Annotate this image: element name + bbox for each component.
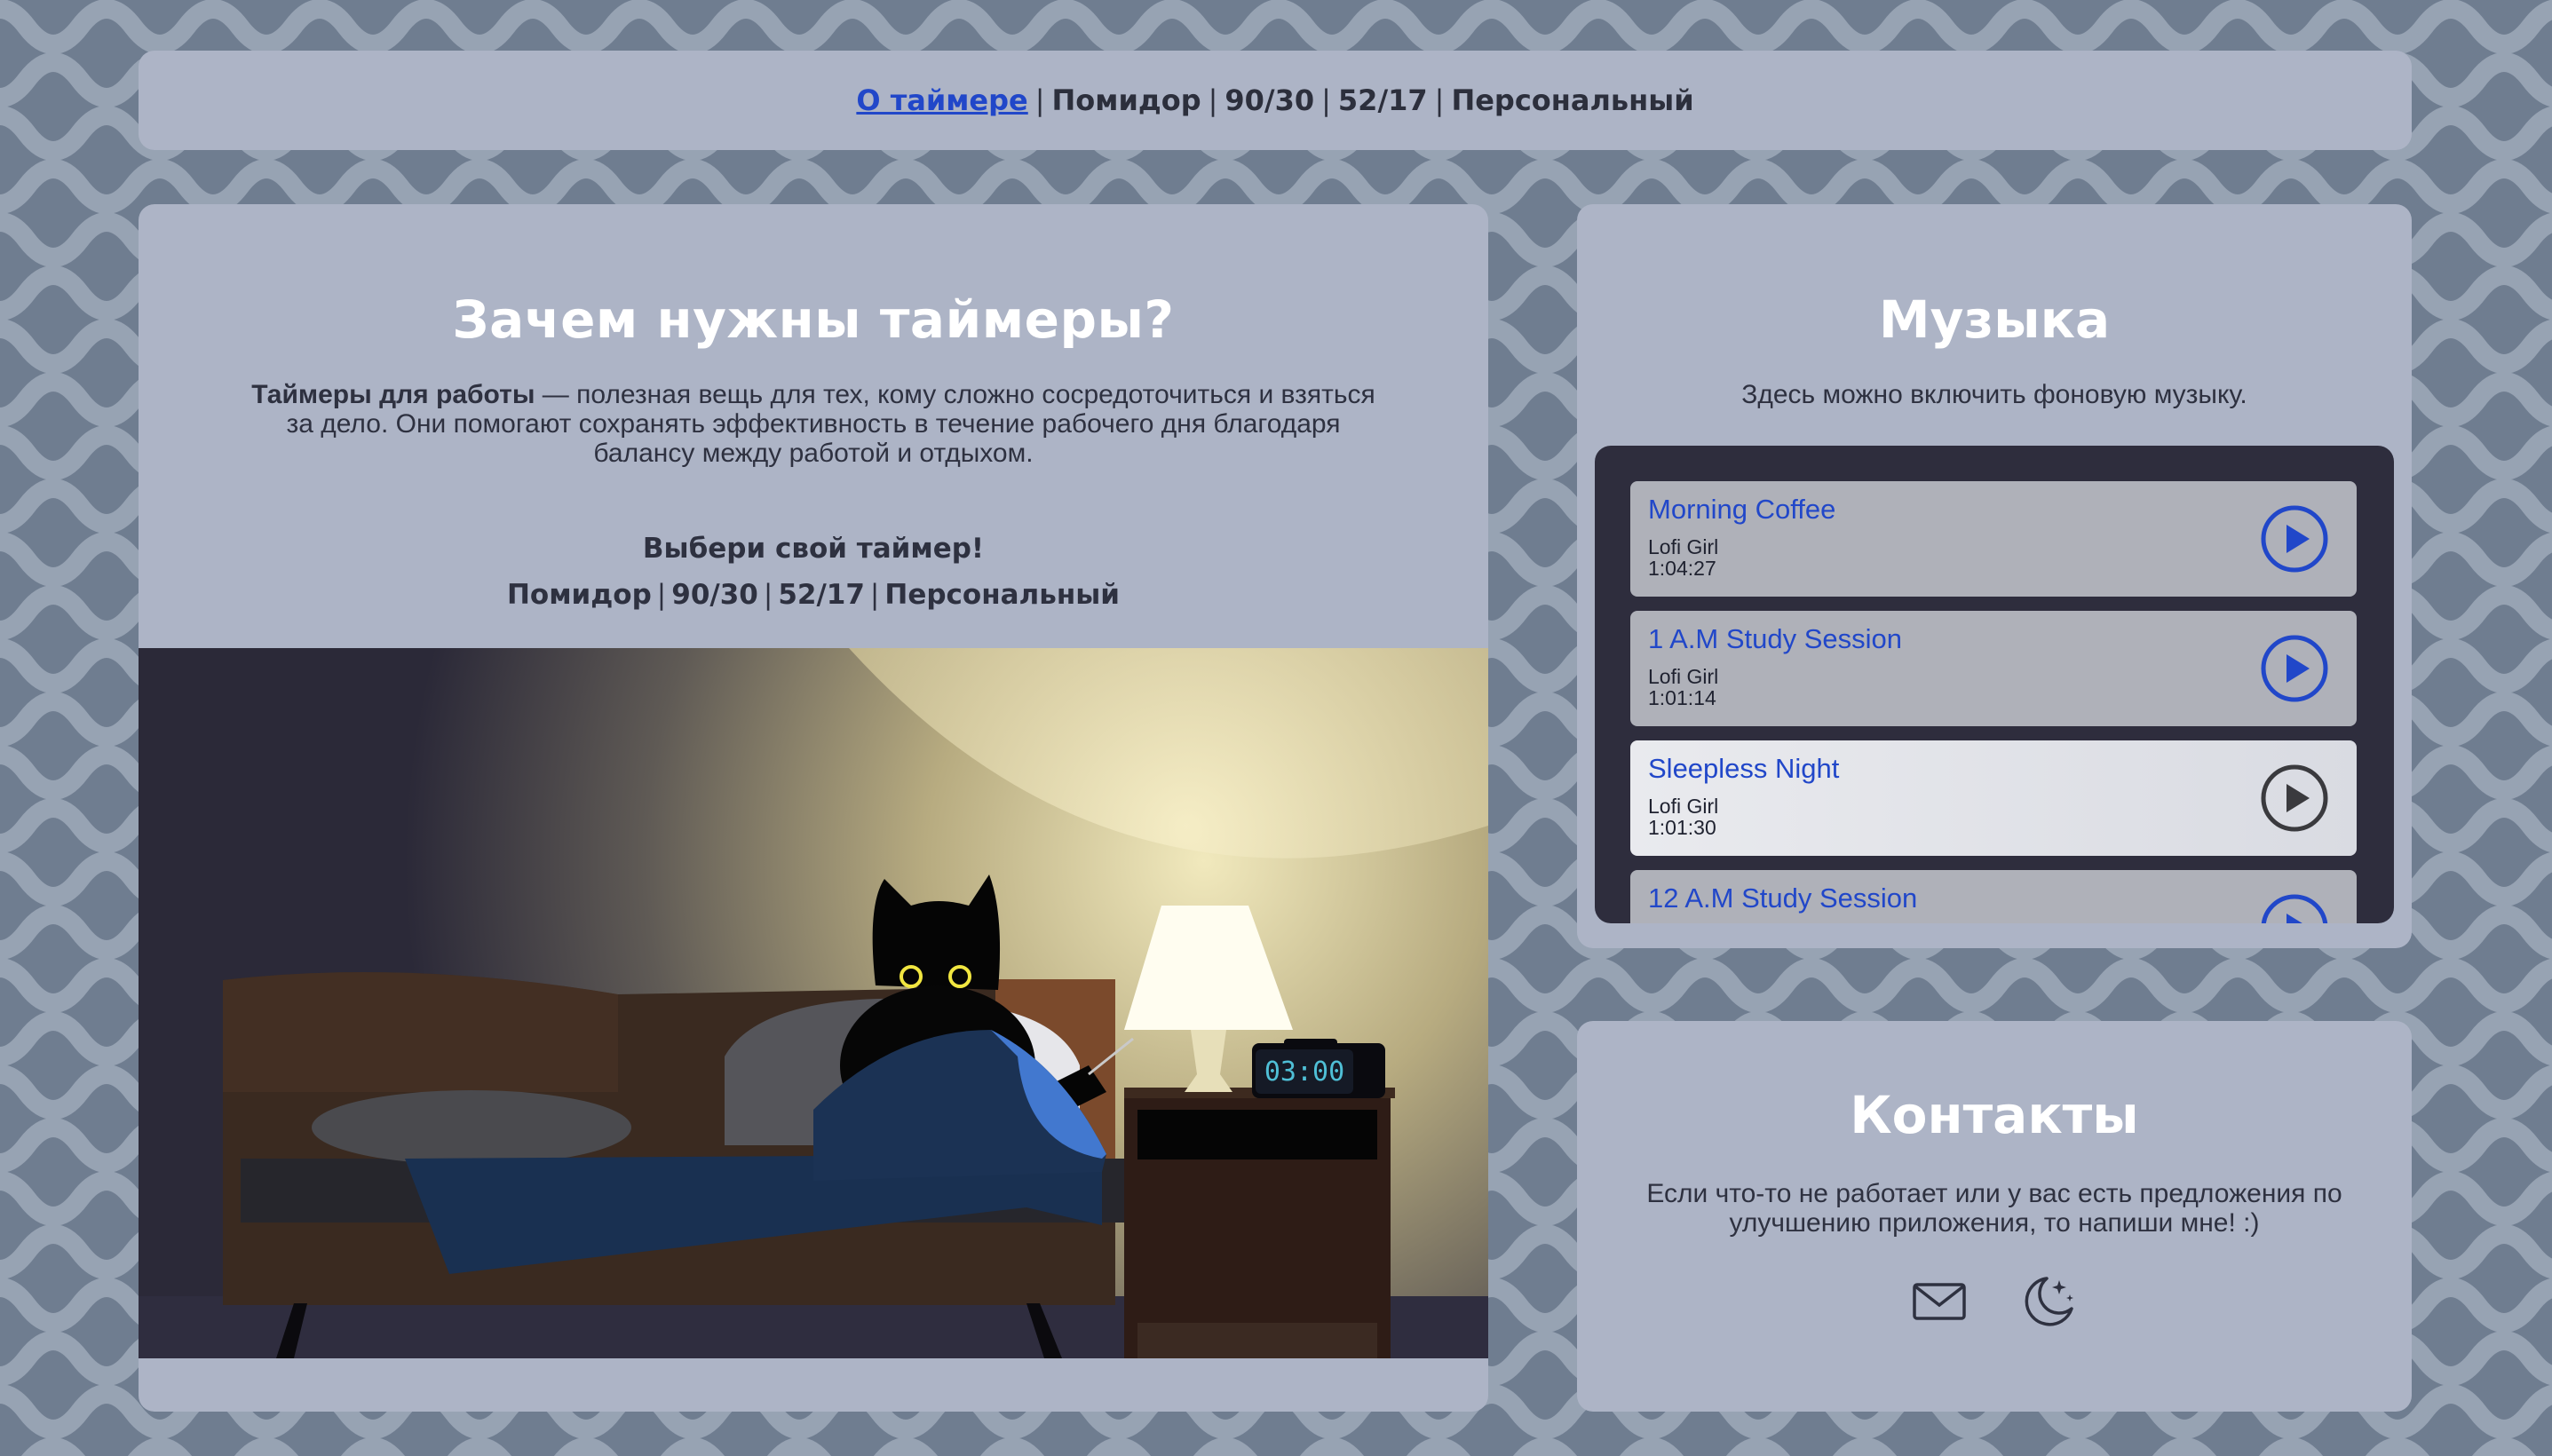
nav-row: О таймере | Помидор | 90/30 | 52/17 | Персональн…: [856, 83, 1694, 117]
track-item[interactable]: Morning Coffee Lofi Girl 1:04:27: [1630, 481, 2357, 597]
track-title: 1 A.M Study Session: [1648, 623, 1903, 654]
about-description: Таймеры для работы — полезная вещь для т…: [236, 380, 1391, 468]
timer-links: Помидор | 90/30 | 52/17 | Персональный: [506, 579, 1121, 611]
music-title: Музыка: [1878, 289, 2111, 350]
cat-bedroom-illustration: 03:00: [139, 648, 1488, 1358]
track-item-active[interactable]: Sleepless Night Lofi Girl 1:01:30: [1630, 740, 2357, 856]
about-description-bold: Таймеры для работы: [251, 380, 535, 409]
nightstand-drawer: [1137, 1110, 1377, 1159]
nav-item-52-17[interactable]: 52/17: [1338, 83, 1428, 117]
track-artist: Lofi Girl: [1648, 795, 1719, 818]
contacts-panel: Контакты Если что-то не работает или у в…: [1577, 1021, 2412, 1412]
track-duration: 1:01:14: [1648, 686, 1716, 709]
play-icon[interactable]: [2259, 503, 2330, 574]
playlist[interactable]: Morning Coffee Lofi Girl 1:04:27 1 A.M S…: [1595, 446, 2394, 923]
play-icon[interactable]: [2259, 633, 2330, 704]
mail-icon[interactable]: [1910, 1271, 1969, 1330]
track-title: 12 A.M Study Session: [1648, 882, 1918, 914]
track-duration: 1:01:30: [1648, 816, 1716, 839]
moon-stars-icon[interactable]: [2020, 1271, 2079, 1330]
track-title: Morning Coffee: [1648, 494, 1836, 525]
about-title: Зачем нужны таймеры?: [452, 289, 1175, 350]
track-title: Sleepless Night: [1648, 753, 1840, 784]
track-item[interactable]: 12 A.M Study Session: [1630, 870, 2357, 923]
timer-link-pomodoro[interactable]: Помидор: [507, 579, 652, 611]
track-item[interactable]: 1 A.M Study Session Lofi Girl 1:01:14: [1630, 611, 2357, 726]
play-icon[interactable]: [2259, 763, 2330, 834]
about-panel: Зачем нужны таймеры? Таймеры для работы …: [139, 204, 1488, 1412]
contacts-icons: [1577, 1271, 2412, 1330]
top-navigation: О таймере | Помидор | 90/30 | 52/17 | Персональн…: [139, 51, 2412, 150]
track-artist: Lofi Girl: [1648, 535, 1719, 558]
music-subtitle: Здесь можно включить фоновую музыку.: [1741, 380, 2247, 409]
alarm-clock-display: 03:00: [1264, 1056, 1344, 1088]
nav-item-personal[interactable]: Персональный: [1451, 83, 1693, 117]
timer-link-personal[interactable]: Персональный: [884, 579, 1120, 611]
contacts-text: Если что-то не работает или у вас есть п…: [1646, 1179, 2342, 1238]
nav-item-90-30[interactable]: 90/30: [1224, 83, 1314, 117]
music-panel: Музыка Здесь можно включить фоновую музы…: [1577, 204, 2412, 948]
track-artist: Lofi Girl: [1648, 665, 1719, 688]
pillow-left: [312, 1090, 631, 1165]
timer-link-90-30[interactable]: 90/30: [671, 579, 758, 611]
play-icon[interactable]: [2259, 892, 2330, 923]
track-duration: 1:04:27: [1648, 557, 1716, 580]
nav-link-about[interactable]: О таймере: [856, 83, 1027, 117]
nav-item-pomodoro[interactable]: Помидор: [1052, 83, 1201, 117]
contacts-title: Контакты: [1850, 1085, 2139, 1145]
choose-timer-label: Выбери свой таймер!: [642, 533, 985, 565]
timer-link-52-17[interactable]: 52/17: [778, 579, 865, 611]
